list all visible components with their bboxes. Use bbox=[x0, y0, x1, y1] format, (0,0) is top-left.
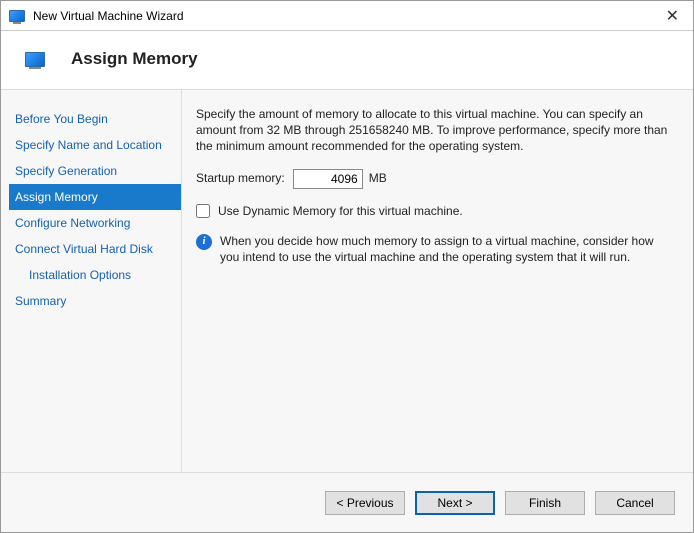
previous-button[interactable]: < Previous bbox=[325, 491, 405, 515]
startup-memory-label: Startup memory: bbox=[196, 170, 285, 186]
dynamic-memory-label[interactable]: Use Dynamic Memory for this virtual mach… bbox=[218, 203, 463, 219]
info-row: i When you decide how much memory to ass… bbox=[196, 233, 673, 265]
next-button[interactable]: Next > bbox=[415, 491, 495, 515]
page-icon bbox=[25, 52, 45, 67]
info-text: When you decide how much memory to assig… bbox=[220, 233, 673, 265]
info-icon: i bbox=[196, 234, 212, 250]
titlebar: New Virtual Machine Wizard ✕ bbox=[1, 1, 693, 31]
footer-buttons: < Previous Next > Finish Cancel bbox=[1, 472, 693, 532]
main-panel: Specify the amount of memory to allocate… bbox=[181, 90, 693, 472]
window-title: New Virtual Machine Wizard bbox=[33, 9, 660, 23]
wizard-step[interactable]: Installation Options bbox=[9, 262, 181, 288]
dynamic-memory-row: Use Dynamic Memory for this virtual mach… bbox=[196, 203, 673, 219]
wizard-step[interactable]: Specify Name and Location bbox=[9, 132, 181, 158]
close-icon[interactable]: ✕ bbox=[660, 6, 685, 26]
dynamic-memory-checkbox[interactable] bbox=[196, 204, 210, 218]
wizard-step[interactable]: Specify Generation bbox=[9, 158, 181, 184]
cancel-button[interactable]: Cancel bbox=[595, 491, 675, 515]
wizard-step[interactable]: Configure Networking bbox=[9, 210, 181, 236]
app-icon bbox=[9, 10, 25, 22]
wizard-step[interactable]: Assign Memory bbox=[9, 184, 181, 210]
startup-memory-unit: MB bbox=[369, 170, 387, 186]
wizard-step[interactable]: Summary bbox=[9, 288, 181, 314]
finish-button[interactable]: Finish bbox=[505, 491, 585, 515]
description-text: Specify the amount of memory to allocate… bbox=[196, 106, 673, 155]
startup-memory-input[interactable] bbox=[293, 169, 363, 189]
wizard-step[interactable]: Before You Begin bbox=[9, 106, 181, 132]
wizard-header: Assign Memory bbox=[1, 31, 693, 89]
wizard-steps-sidebar: Before You BeginSpecify Name and Locatio… bbox=[1, 90, 181, 472]
page-title: Assign Memory bbox=[71, 49, 198, 69]
startup-memory-row: Startup memory: MB bbox=[196, 169, 673, 189]
wizard-step[interactable]: Connect Virtual Hard Disk bbox=[9, 236, 181, 262]
